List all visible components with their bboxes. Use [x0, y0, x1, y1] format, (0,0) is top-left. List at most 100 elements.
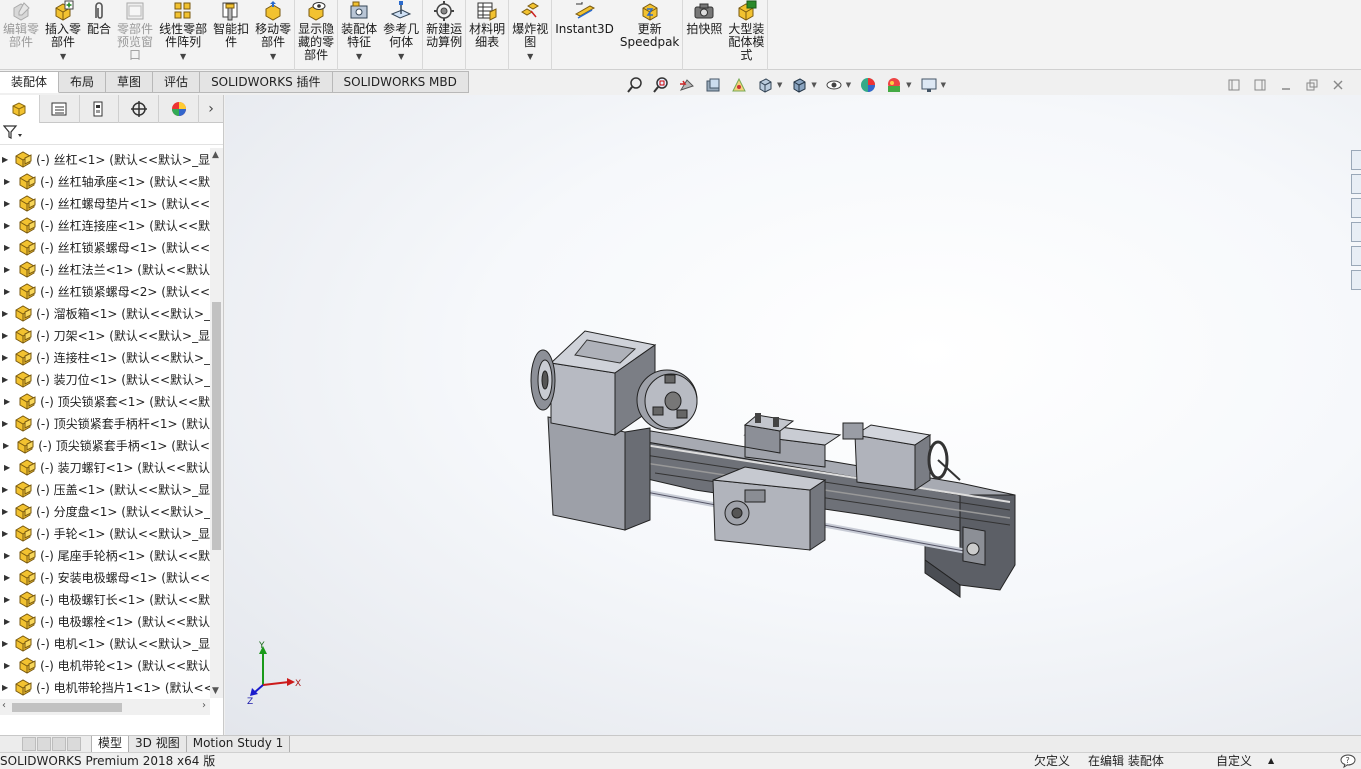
quick-tips-icon[interactable]: ?: [1340, 754, 1356, 769]
view-palette-icon[interactable]: [1351, 222, 1361, 242]
last-tab-button[interactable]: [67, 736, 81, 751]
tree-item[interactable]: ▶ (-) 电极螺钉长<1> (默认<<默: [0, 588, 210, 610]
minimize-icon[interactable]: [1279, 78, 1293, 92]
expand-arrow-icon[interactable]: ▶: [2, 199, 12, 208]
graphics-viewport[interactable]: Y X Z: [225, 95, 1361, 735]
command-tab[interactable]: 评估: [153, 71, 201, 93]
chevron-down-icon[interactable]: ▼: [811, 81, 816, 89]
tree-item[interactable]: ▶ (-) 连接柱<1> (默认<<默认>_: [0, 346, 210, 368]
linear-pattern-button[interactable]: 线性零部 件阵列 ▼: [156, 0, 210, 70]
expand-arrow-icon[interactable]: ▶: [2, 331, 8, 340]
expand-arrow-icon[interactable]: ▶: [2, 177, 12, 186]
component-preview-button[interactable]: 零部件 预览窗 口: [114, 0, 156, 70]
bom-button[interactable]: 材料明 细表: [466, 0, 508, 70]
tree-item[interactable]: ▶ (-) 丝杠<1> (默认<<默认>_显: [0, 148, 210, 170]
scrollbar-thumb[interactable]: [212, 302, 221, 550]
command-tab[interactable]: SOLIDWORKS 插件: [200, 71, 333, 93]
tree-item[interactable]: ▶ (-) 丝杠连接座<1> (默认<<默: [0, 214, 210, 236]
close-icon[interactable]: [1331, 78, 1345, 92]
zoom-to-area-icon[interactable]: [650, 76, 672, 94]
solidworks-resources-icon[interactable]: [1351, 150, 1361, 170]
bottom-tab[interactable]: 3D 视图: [128, 735, 187, 753]
appearances-icon[interactable]: [1351, 246, 1361, 266]
command-tab[interactable]: 草图: [106, 71, 154, 93]
tree-item[interactable]: ▶ (-) 丝杠轴承座<1> (默认<<默: [0, 170, 210, 192]
show-hidden-button[interactable]: 显示隐 藏的零 部件: [295, 0, 337, 70]
design-library-icon[interactable]: [1351, 174, 1361, 194]
reference-geometry-button[interactable]: 参考几 何体 ▼: [380, 0, 422, 70]
assembly-features-button[interactable]: 装配体 特征 ▼: [338, 0, 380, 70]
tree-horizontal-scrollbar[interactable]: ‹ ›: [0, 699, 210, 715]
lathe-assembly-model[interactable]: [225, 95, 1361, 735]
expand-arrow-icon[interactable]: ▶: [2, 155, 8, 164]
chevron-down-icon[interactable]: ▼: [270, 50, 276, 63]
tree-item[interactable]: ▶ (-) 丝杠锁紧螺母<1> (默认<<: [0, 236, 210, 258]
edit-appearance-icon[interactable]: [857, 76, 879, 94]
dynamic-annotation-icon[interactable]: [728, 76, 750, 94]
chevron-down-icon[interactable]: ▼: [398, 50, 404, 63]
tree-item[interactable]: ▶ (-) 丝杠法兰<1> (默认<<默认: [0, 258, 210, 280]
expand-arrow-icon[interactable]: ▶: [2, 287, 12, 296]
update-speedpak-button[interactable]: 更新 Speedpak: [617, 0, 683, 70]
display-style-icon[interactable]: [788, 76, 810, 94]
next-tab-button[interactable]: [52, 736, 66, 751]
restore-icon[interactable]: [1305, 78, 1319, 92]
hide-show-items-icon[interactable]: [823, 76, 845, 94]
expand-arrow-icon[interactable]: ▶: [2, 683, 8, 692]
featuremanager-tab-icon[interactable]: [0, 95, 40, 123]
tile-right-icon[interactable]: [1253, 78, 1267, 92]
command-tab[interactable]: 装配体: [0, 71, 60, 93]
scroll-right-icon[interactable]: ›: [202, 700, 206, 711]
dimxpert-tab-icon[interactable]: [119, 95, 160, 123]
tree-filter[interactable]: [0, 123, 223, 145]
configurationmanager-tab-icon[interactable]: [80, 95, 120, 123]
chevron-down-icon[interactable]: ▼: [180, 50, 186, 63]
units-selector[interactable]: 自定义: [1216, 753, 1252, 769]
tree-item[interactable]: ▶ (-) 电极螺栓<1> (默认<<默认: [0, 610, 210, 632]
chevron-down-icon[interactable]: ▼: [777, 81, 782, 89]
expand-arrow-icon[interactable]: ▶: [2, 485, 8, 494]
chevron-right-icon[interactable]: ›: [199, 95, 223, 123]
move-component-button[interactable]: 移动零 部件 ▼: [252, 0, 294, 70]
large-assembly-mode-button[interactable]: 大型装 配体模 式: [725, 0, 767, 70]
apply-scene-icon[interactable]: [883, 76, 905, 94]
propertymanager-tab-icon[interactable]: [40, 95, 80, 123]
exploded-view-button[interactable]: 爆炸视 图 ▼: [509, 0, 551, 70]
expand-arrow-icon[interactable]: ▶: [2, 551, 12, 560]
expand-arrow-icon[interactable]: ▶: [2, 353, 8, 362]
zoom-to-fit-icon[interactable]: [624, 76, 646, 94]
command-tab[interactable]: SOLIDWORKS MBD: [332, 71, 469, 93]
tree-item[interactable]: ▶ (-) 压盖<1> (默认<<默认>_显: [0, 478, 210, 500]
mate-button[interactable]: 配合: [84, 0, 114, 70]
section-view-icon[interactable]: [702, 76, 724, 94]
tree-item[interactable]: ▶ (-) 刀架<1> (默认<<默认>_显: [0, 324, 210, 346]
scroll-left-icon[interactable]: ‹: [2, 700, 6, 711]
expand-arrow-icon[interactable]: ▶: [2, 507, 8, 516]
chevron-up-icon[interactable]: ▲: [1268, 753, 1274, 769]
edit-component-button[interactable]: 编辑零 部件: [0, 0, 42, 70]
view-settings-icon[interactable]: [918, 76, 940, 94]
tree-item[interactable]: ▶ (-) 安装电极螺母<1> (默认<<: [0, 566, 210, 588]
expand-arrow-icon[interactable]: ▶: [2, 529, 8, 538]
bottom-tab[interactable]: 模型: [91, 735, 130, 753]
tree-item[interactable]: ▶ (-) 顶尖锁紧套<1> (默认<<默: [0, 390, 210, 412]
tree-item[interactable]: ▶ (-) 手轮<1> (默认<<默认>_显: [0, 522, 210, 544]
command-tab[interactable]: 布局: [59, 71, 107, 93]
tree-item[interactable]: ▶ (-) 电机带轮<1> (默认<<默认: [0, 654, 210, 676]
previous-view-icon[interactable]: [676, 76, 698, 94]
expand-arrow-icon[interactable]: ▶: [2, 375, 8, 384]
instant3d-button[interactable]: Instant3D: [552, 0, 617, 70]
expand-arrow-icon[interactable]: ▶: [2, 463, 12, 472]
tree-item[interactable]: ▶ (-) 装刀螺钉<1> (默认<<默认: [0, 456, 210, 478]
expand-arrow-icon[interactable]: ▶: [2, 639, 8, 648]
expand-arrow-icon[interactable]: ▶: [2, 595, 12, 604]
expand-arrow-icon[interactable]: ▶: [2, 309, 8, 318]
first-tab-button[interactable]: [22, 736, 36, 751]
expand-arrow-icon[interactable]: ▶: [2, 573, 12, 582]
file-explorer-icon[interactable]: [1351, 198, 1361, 218]
scroll-up-icon[interactable]: ▲: [212, 150, 219, 160]
chevron-down-icon[interactable]: ▼: [941, 81, 946, 89]
tree-item[interactable]: ▶ (-) 丝杠锁紧螺母<2> (默认<<: [0, 280, 210, 302]
expand-arrow-icon[interactable]: ▶: [2, 441, 10, 450]
expand-arrow-icon[interactable]: ▶: [2, 661, 12, 670]
